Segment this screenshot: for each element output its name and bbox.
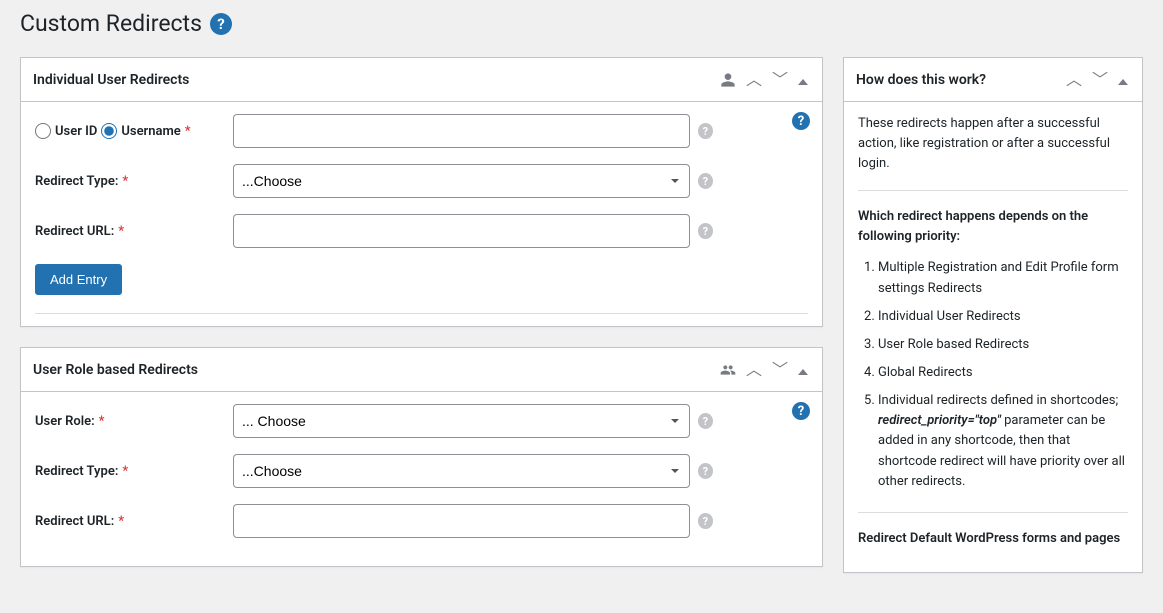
divider [858, 190, 1128, 191]
users-icon [718, 360, 738, 380]
sidebar-title: How does this work? [856, 72, 1064, 88]
divider [858, 512, 1128, 513]
radio-username-label: Username [121, 124, 180, 139]
collapse-toggle[interactable] [796, 72, 810, 88]
field-help-icon[interactable]: ? [698, 123, 713, 139]
user-role-label: User Role: [35, 414, 95, 429]
move-down-icon[interactable]: ﹀ [770, 72, 790, 88]
list-item-code: redirect_priority="top" [878, 413, 1001, 428]
move-up-icon[interactable]: ︿ [744, 72, 764, 88]
radio-user-id[interactable]: User ID [35, 123, 97, 139]
move-up-icon[interactable]: ︿ [744, 362, 764, 378]
priority-list: Multiple Registration and Edit Profile f… [858, 258, 1128, 491]
panel-individual-user-redirects: Individual User Redirects ︿ ﹀ ? [20, 57, 823, 327]
divider [35, 313, 808, 314]
collapse-toggle[interactable] [1116, 72, 1130, 88]
redirect-url-label: Redirect URL: [35, 224, 114, 239]
redirect-type-select[interactable]: ...Choose [233, 164, 690, 198]
user-icon [718, 70, 738, 90]
list-item: Individual redirects defined in shortcod… [878, 391, 1128, 492]
panel-user-role-redirects: User Role based Redirects ︿ ﹀ ? U [20, 347, 823, 567]
help-icon[interactable]: ? [210, 13, 232, 35]
required-marker: * [118, 514, 124, 529]
sidebar-intro: These redirects happen after a successfu… [858, 114, 1128, 174]
panel-help-icon[interactable]: ? [792, 112, 810, 130]
list-item-text: Individual redirects defined in shortcod… [878, 393, 1118, 408]
radio-username-input[interactable] [101, 123, 117, 139]
required-marker: * [122, 174, 128, 189]
required-marker: * [122, 464, 128, 479]
field-help-icon[interactable]: ? [698, 173, 713, 189]
redirect-url-input[interactable] [233, 504, 690, 538]
required-marker: * [118, 224, 124, 239]
panel-role-title: User Role based Redirects [33, 362, 718, 378]
move-down-icon[interactable]: ﹀ [770, 362, 790, 378]
field-help-icon[interactable]: ? [698, 513, 713, 529]
list-item: Multiple Registration and Edit Profile f… [878, 258, 1128, 298]
radio-username[interactable]: Username [101, 123, 180, 139]
panel-how-does-this-work: How does this work? ︿ ﹀ These redirects … [843, 57, 1143, 573]
list-item: User Role based Redirects [878, 335, 1128, 355]
panel-header: Individual User Redirects ︿ ﹀ [21, 58, 822, 102]
panel-header: User Role based Redirects ︿ ﹀ [21, 348, 822, 392]
list-item: Global Redirects [878, 363, 1128, 383]
required-marker: * [99, 414, 105, 429]
user-role-select[interactable]: ... Choose [233, 404, 690, 438]
priority-heading: Which redirect happens depends on the fo… [858, 207, 1128, 246]
move-up-icon[interactable]: ︿ [1064, 72, 1084, 88]
radio-user-id-label: User ID [55, 124, 97, 139]
redirect-type-select[interactable]: ...Choose [233, 454, 690, 488]
page-title: Custom Redirects ? [20, 10, 1143, 37]
required-marker: * [185, 124, 191, 139]
page-title-text: Custom Redirects [20, 10, 202, 37]
field-help-icon[interactable]: ? [698, 413, 713, 429]
default-heading: Redirect Default WordPress forms and pag… [858, 529, 1128, 549]
move-down-icon[interactable]: ﹀ [1090, 72, 1110, 88]
list-item: Individual User Redirects [878, 307, 1128, 327]
radio-user-id-input[interactable] [35, 123, 51, 139]
field-help-icon[interactable]: ? [698, 463, 713, 479]
username-input[interactable] [233, 114, 690, 148]
redirect-url-label: Redirect URL: [35, 514, 114, 529]
redirect-type-label: Redirect Type: [35, 464, 118, 479]
redirect-url-input[interactable] [233, 214, 690, 248]
panel-individual-title: Individual User Redirects [33, 72, 718, 88]
add-entry-button[interactable]: Add Entry [35, 264, 122, 295]
panel-help-icon[interactable]: ? [792, 402, 810, 420]
panel-header: How does this work? ︿ ﹀ [844, 58, 1142, 102]
field-help-icon[interactable]: ? [698, 223, 713, 239]
collapse-toggle[interactable] [796, 362, 810, 378]
redirect-type-label: Redirect Type: [35, 174, 118, 189]
